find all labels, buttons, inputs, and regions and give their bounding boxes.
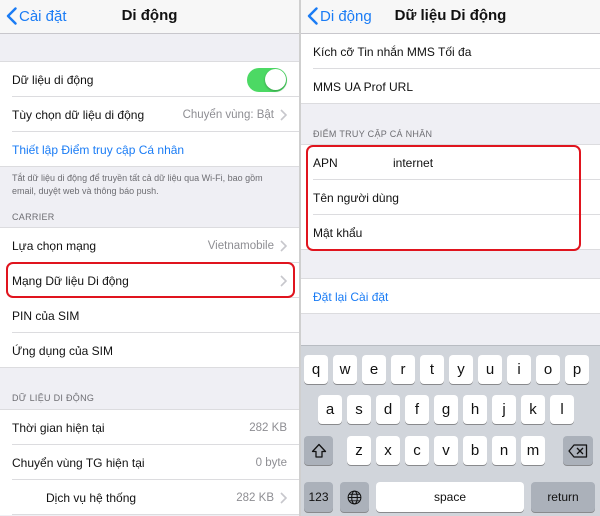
cellular-settings-screen: Cài đặt Di động Dữ liệu di động Tùy chọn… <box>0 0 299 516</box>
cellular-data-network-screen: Di động Dữ liệu Di động Kích cỡ Tin nhắn… <box>301 0 600 516</box>
sim-pin-row[interactable]: PIN của SIM <box>0 298 299 333</box>
cellular-data-network-label: Mạng Dữ liệu Di động <box>12 273 129 288</box>
chevron-left-icon <box>6 7 17 25</box>
key-o[interactable]: o <box>536 355 560 384</box>
delete-key[interactable] <box>563 436 593 465</box>
shift-key[interactable] <box>304 436 333 465</box>
data-options-value: Chuyển vùng: Bật <box>182 108 274 121</box>
key-u[interactable]: u <box>478 355 502 384</box>
key-l[interactable]: l <box>550 395 574 424</box>
usage-label: Thời gian hiện tại <box>12 420 105 435</box>
mms-ua-prof-url-row[interactable]: MMS UA Prof URL <box>301 69 600 104</box>
globe-key[interactable] <box>340 482 369 512</box>
personal-hotspot-header: ĐIỂM TRUY CẬP CÁ NHÂN <box>313 129 433 139</box>
usage-value: 282 KB <box>249 421 287 434</box>
usage-label: Dịch vụ hệ thống <box>46 490 137 505</box>
username-row[interactable]: Tên người dùng <box>301 180 600 215</box>
key-d[interactable]: d <box>376 395 400 424</box>
usage-row: Thời gian hiện tại 282 KB <box>0 410 299 445</box>
reset-settings-link[interactable]: Đặt lại Cài đặt <box>301 279 600 314</box>
cellular-data-toggle[interactable] <box>247 67 287 92</box>
navigation-bar: Cài đặt Di động <box>0 0 299 34</box>
key-g[interactable]: g <box>434 395 458 424</box>
network-selection-label: Lựa chọn mạng <box>12 238 97 253</box>
data-options-label: Tùy chọn dữ liệu di động <box>12 107 145 122</box>
key-k[interactable]: k <box>521 395 545 424</box>
key-q[interactable]: q <box>304 355 328 384</box>
navigation-bar: Di động Dữ liệu Di động <box>301 0 600 34</box>
mms-max-size-row[interactable]: Kích cỡ Tin nhắn MMS Tối đa <box>301 34 600 69</box>
apn-field[interactable]: internet <box>393 156 433 170</box>
chevron-right-icon <box>280 274 287 287</box>
back-button-settings[interactable]: Cài đặt <box>6 7 67 25</box>
key-c[interactable]: c <box>405 436 429 465</box>
key-h[interactable]: h <box>463 395 487 424</box>
numbers-key[interactable]: 123 <box>304 482 333 512</box>
key-p[interactable]: p <box>565 355 589 384</box>
sim-apps-label: Ứng dụng của SIM <box>12 343 113 358</box>
key-b[interactable]: b <box>463 436 487 465</box>
chevron-right-icon <box>280 239 287 252</box>
back-label: Cài đặt <box>19 7 67 25</box>
cellular-data-network-row[interactable]: Mạng Dữ liệu Di động <box>0 263 299 298</box>
key-t[interactable]: t <box>420 355 444 384</box>
usage-row-system-services[interactable]: Dịch vụ hệ thống 282 KB <box>0 480 299 515</box>
cellular-footnote: Tắt dữ liệu di động để truyền tất cả dữ … <box>12 173 263 196</box>
username-field[interactable]: Tên người dùng <box>313 191 399 205</box>
key-m[interactable]: m <box>521 436 545 465</box>
usage-value: 282 KB <box>236 491 274 504</box>
sim-pin-label: PIN của SIM <box>12 308 80 323</box>
chevron-right-icon <box>280 108 287 121</box>
key-j[interactable]: j <box>492 395 516 424</box>
apn-row[interactable]: APN internet <box>301 145 600 180</box>
personal-hotspot-link[interactable]: Thiết lập Điểm truy cập Cá nhân <box>0 132 299 167</box>
usage-value: 0 byte <box>255 456 287 469</box>
space-key[interactable]: space <box>376 482 524 512</box>
key-n[interactable]: n <box>492 436 516 465</box>
cellular-data-label: Dữ liệu di động <box>12 72 94 87</box>
carrier-header: CARRIER <box>12 212 55 222</box>
shift-icon <box>311 443 326 458</box>
key-i[interactable]: i <box>507 355 531 384</box>
apn-label: APN <box>313 155 338 170</box>
key-y[interactable]: y <box>449 355 473 384</box>
chevron-right-icon <box>280 491 287 504</box>
key-a[interactable]: a <box>318 395 342 424</box>
key-r[interactable]: r <box>391 355 415 384</box>
key-s[interactable]: s <box>347 395 371 424</box>
key-x[interactable]: x <box>376 436 400 465</box>
data-options-row[interactable]: Tùy chọn dữ liệu di động Chuyển vùng: Bậ… <box>0 97 299 132</box>
mms-ua-prof-url-label: MMS UA Prof URL <box>313 79 414 94</box>
network-selection-row[interactable]: Lựa chọn mạng Vietnamobile <box>0 228 299 263</box>
onscreen-keyboard: q w e r t y u i o p a s d f g h j k l z … <box>301 345 600 516</box>
key-v[interactable]: v <box>434 436 458 465</box>
usage-row: Chuyển vùng TG hiện tại 0 byte <box>0 445 299 480</box>
back-label: Di động <box>320 7 372 25</box>
password-field[interactable]: Mật khẩu <box>313 226 362 240</box>
key-e[interactable]: e <box>362 355 386 384</box>
mms-max-size-label: Kích cỡ Tin nhắn MMS Tối đa <box>313 44 472 59</box>
backspace-icon <box>568 443 588 458</box>
usage-label: Chuyển vùng TG hiện tại <box>12 455 145 470</box>
key-z[interactable]: z <box>347 436 371 465</box>
cellular-data-row: Dữ liệu di động <box>0 62 299 97</box>
key-w[interactable]: w <box>333 355 357 384</box>
return-key[interactable]: return <box>531 482 595 512</box>
chevron-left-icon <box>307 7 318 25</box>
key-f[interactable]: f <box>405 395 429 424</box>
network-selection-value: Vietnamobile <box>207 239 274 252</box>
back-button-cellular[interactable]: Di động <box>307 7 372 25</box>
sim-apps-row[interactable]: Ứng dụng của SIM <box>0 333 299 368</box>
toggle-knob <box>264 69 286 90</box>
password-row[interactable]: Mật khẩu <box>301 215 600 250</box>
globe-icon <box>347 490 362 504</box>
cellular-usage-header: DỮ LIỆU DI ĐỘNG <box>12 393 95 403</box>
